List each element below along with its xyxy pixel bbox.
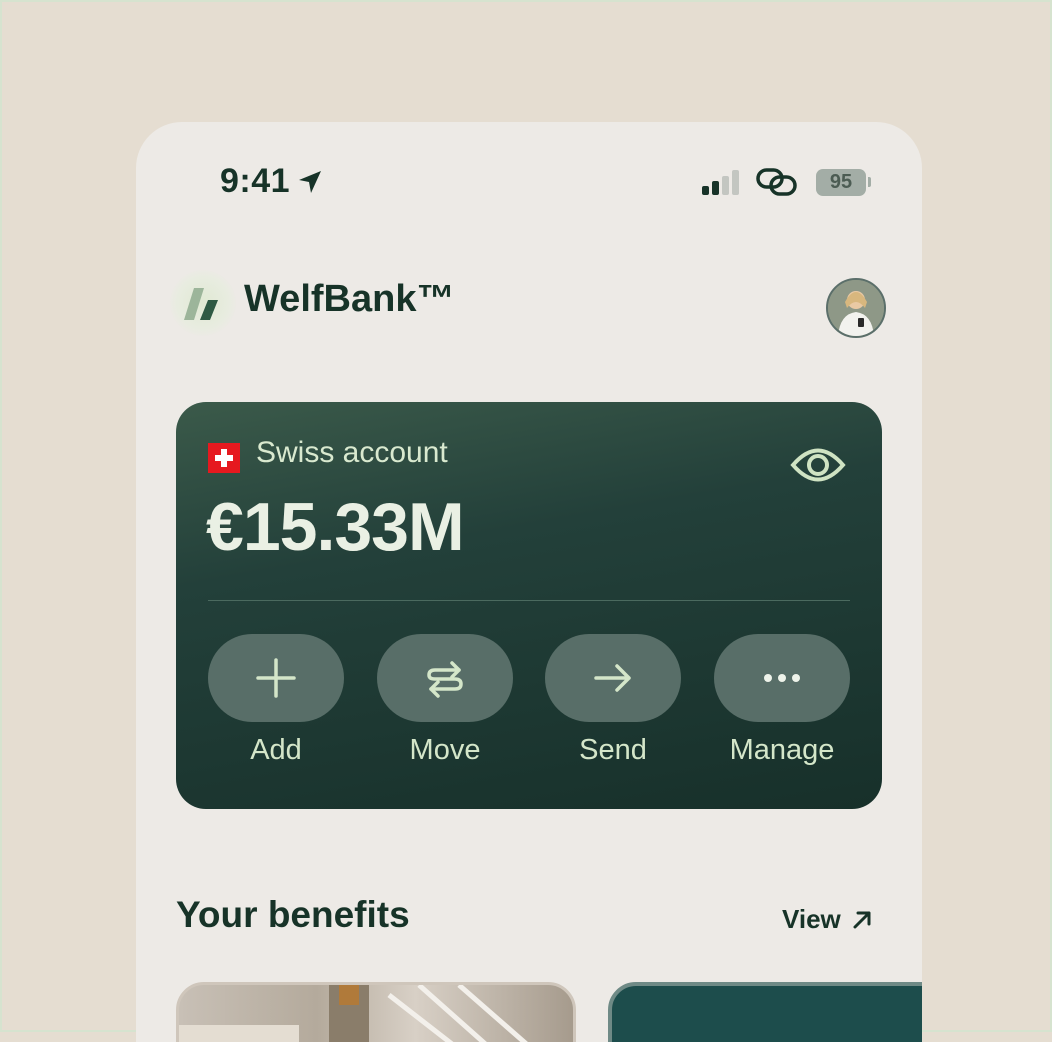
phone-screen: 9:41 95 WelfBank™ Swiss account €15.33M … [136,122,922,1042]
card-divider [208,600,850,601]
benefit-card[interactable] [608,982,922,1042]
add-button[interactable]: Add [208,634,344,767]
brand-name: WelfBank™ [244,278,455,320]
arrow-right-icon [594,664,631,692]
benefits-title: Your benefits [176,894,410,935]
view-label: View [782,904,841,934]
avatar-image [828,280,884,336]
move-pill[interactable] [377,634,513,722]
battery-indicator: 95 [816,169,866,196]
brand-logo-icon [184,288,218,320]
manage-button[interactable]: Manage [714,634,850,767]
view-benefits-link[interactable]: View [782,904,873,935]
move-button[interactable]: Move [377,634,513,767]
account-name: Swiss account [256,436,448,469]
benefit-card-image [179,985,528,1042]
battery-nub [868,177,871,187]
brand-logo[interactable] [170,270,236,336]
send-label: Send [579,734,647,766]
plus-icon [256,658,296,698]
status-time: 9:41 [220,162,291,200]
more-dots-icon [764,674,800,682]
account-balance: €15.33M [206,489,465,565]
manage-pill[interactable] [714,634,850,722]
avatar[interactable] [826,278,886,338]
transfer-icon [427,661,463,698]
add-label: Add [250,734,302,766]
send-pill[interactable] [545,634,681,722]
move-label: Move [409,734,481,766]
link-icon [756,168,797,196]
location-arrow-icon [299,171,321,193]
benefit-card[interactable] [176,982,576,1042]
arrow-up-right-icon [853,911,871,928]
account-card: Swiss account €15.33M Add Move Send Mana… [176,402,882,809]
swiss-flag-icon [208,443,240,473]
send-button[interactable]: Send [545,634,681,767]
eye-icon[interactable] [790,440,846,490]
signal-icon [702,170,739,195]
add-pill[interactable] [208,634,344,722]
manage-label: Manage [729,734,835,766]
